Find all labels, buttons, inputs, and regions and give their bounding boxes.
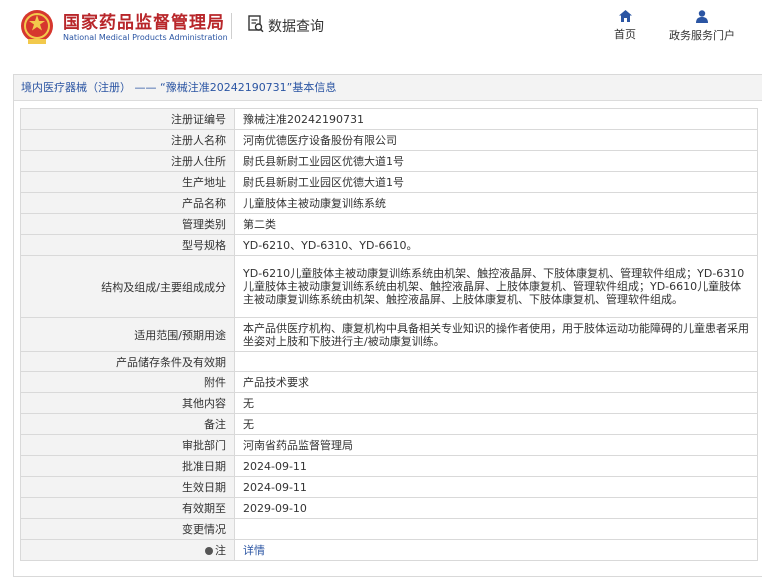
- brand-title: 国家药品监督管理局: [63, 13, 225, 33]
- row-label: 其他内容: [20, 392, 235, 414]
- row-value: YD-6210、YD-6310、YD-6610。: [234, 234, 758, 256]
- header-divider: [231, 13, 232, 39]
- row-value: 本产品供医疗机构、康复机构中具备相关专业知识的操作者使用，用于肢体运动功能障碍的…: [234, 317, 758, 352]
- row-label: 批准日期: [20, 455, 235, 477]
- table-row: 其他内容无: [20, 392, 758, 414]
- registration-info-table: 注册证编号 豫械注准20242190731 注册人名称 河南优德医疗设备股份有限公司…: [20, 108, 758, 561]
- row-label: 审批部门: [20, 434, 235, 456]
- home-icon: [618, 10, 632, 22]
- row-label: 注册人住所: [20, 150, 235, 172]
- table-row: 生效日期 2024-09-11: [20, 476, 758, 498]
- row-label: 生产地址: [20, 171, 235, 193]
- row-label: 型号规格: [20, 234, 235, 256]
- table-row: 型号规格 YD-6210、YD-6310、YD-6610。: [20, 234, 758, 256]
- breadcrumb: 境内医疗器械（注册） —— “豫械注准20242190731”基本信息: [14, 75, 762, 101]
- row-value: [234, 351, 758, 372]
- row-label: 注册证编号: [20, 108, 235, 130]
- note-bullet-icon: [205, 547, 213, 555]
- table-row: 附件 产品技术要求: [20, 371, 758, 393]
- table-row: 产品储存条件及有效期: [20, 351, 758, 372]
- table-row: 批准日期 2024-09-11: [20, 455, 758, 477]
- row-label: 变更情况: [20, 518, 235, 540]
- row-value: 无: [234, 392, 758, 414]
- user-icon: [696, 10, 708, 23]
- row-value: YD-6210儿童肢体主被动康复训练系统由机架、触控液晶屏、下肢体康复机、管理软…: [234, 255, 758, 318]
- details-link[interactable]: 详情: [243, 544, 265, 557]
- table-row: 变更情况: [20, 518, 758, 540]
- row-value: 2024-09-11: [234, 455, 758, 477]
- row-value: 2024-09-11: [234, 476, 758, 498]
- row-label: 备注: [20, 413, 235, 435]
- table-row: 备注无: [20, 413, 758, 435]
- table-row: 管理类别 第二类: [20, 213, 758, 235]
- table-row: 产品名称 儿童肢体主被动康复训练系统: [20, 192, 758, 214]
- row-value: 尉氏县新尉工业园区优德大道1号: [234, 171, 758, 193]
- table-row: 适用范围/预期用途 本产品供医疗机构、康复机构中具备相关专业知识的操作者使用，用于…: [20, 317, 758, 352]
- breadcrumb-separator: ——: [134, 81, 157, 94]
- row-value: 儿童肢体主被动康复训练系统: [234, 192, 758, 214]
- breadcrumb-subject: “豫械注准20242190731”基本信息: [160, 81, 337, 94]
- row-value: 河南优德医疗设备股份有限公司: [234, 129, 758, 151]
- row-value: 河南省药品监督管理局: [234, 434, 758, 456]
- table-row: 结构及组成/主要组成成分 YD-6210儿童肢体主被动康复训练系统由机架、触控液晶…: [20, 255, 758, 318]
- data-query-label: 数据查询: [268, 19, 324, 35]
- row-label: 附件: [20, 371, 235, 393]
- nav-home[interactable]: 首页: [608, 10, 642, 42]
- row-value: [234, 518, 758, 540]
- brand-subtitle: National Medical Products Administration: [63, 33, 228, 42]
- row-label: 管理类别: [20, 213, 235, 235]
- breadcrumb-category[interactable]: 境内医疗器械（注册）: [21, 81, 131, 94]
- data-query-icon: [248, 15, 264, 33]
- row-label: 结构及组成/主要组成成分: [20, 255, 235, 318]
- table-row: 注册人名称 河南优德医疗设备股份有限公司: [20, 129, 758, 151]
- row-label: 注册人名称: [20, 129, 235, 151]
- nav-home-label: 首页: [614, 28, 636, 41]
- national-emblem-icon: [21, 10, 53, 44]
- row-value: 第二类: [234, 213, 758, 235]
- row-value: 产品技术要求: [234, 371, 758, 393]
- row-label: 有效期至: [20, 497, 235, 519]
- row-label: 产品储存条件及有效期: [20, 351, 235, 372]
- row-value: 无: [234, 413, 758, 435]
- row-value: 豫械注准20242190731: [234, 108, 758, 130]
- row-value: 尉氏县新尉工业园区优德大道1号: [234, 150, 758, 172]
- site-header: 国家药品监督管理局 National Medical Products Admi…: [0, 0, 762, 58]
- row-value: 详情: [234, 539, 758, 561]
- table-row: 有效期至 2029-09-10: [20, 497, 758, 519]
- detail-panel: 境内医疗器械（注册） —— “豫械注准20242190731”基本信息 注册证编…: [13, 74, 762, 577]
- row-label: 生效日期: [20, 476, 235, 498]
- row-label: 注: [20, 539, 235, 561]
- row-label: 适用范围/预期用途: [20, 317, 235, 352]
- table-row: 注册证编号 豫械注准20242190731: [20, 108, 758, 130]
- nav-government-portal[interactable]: 政务服务门户: [660, 10, 744, 43]
- row-value: 2029-09-10: [234, 497, 758, 519]
- table-row: 注 详情: [20, 539, 758, 561]
- note-label: 注: [215, 544, 226, 557]
- table-row: 注册人住所 尉氏县新尉工业园区优德大道1号: [20, 150, 758, 172]
- table-row: 生产地址 尉氏县新尉工业园区优德大道1号: [20, 171, 758, 193]
- table-row: 审批部门 河南省药品监督管理局: [20, 434, 758, 456]
- nav-portal-label: 政务服务门户: [669, 29, 735, 42]
- row-label: 产品名称: [20, 192, 235, 214]
